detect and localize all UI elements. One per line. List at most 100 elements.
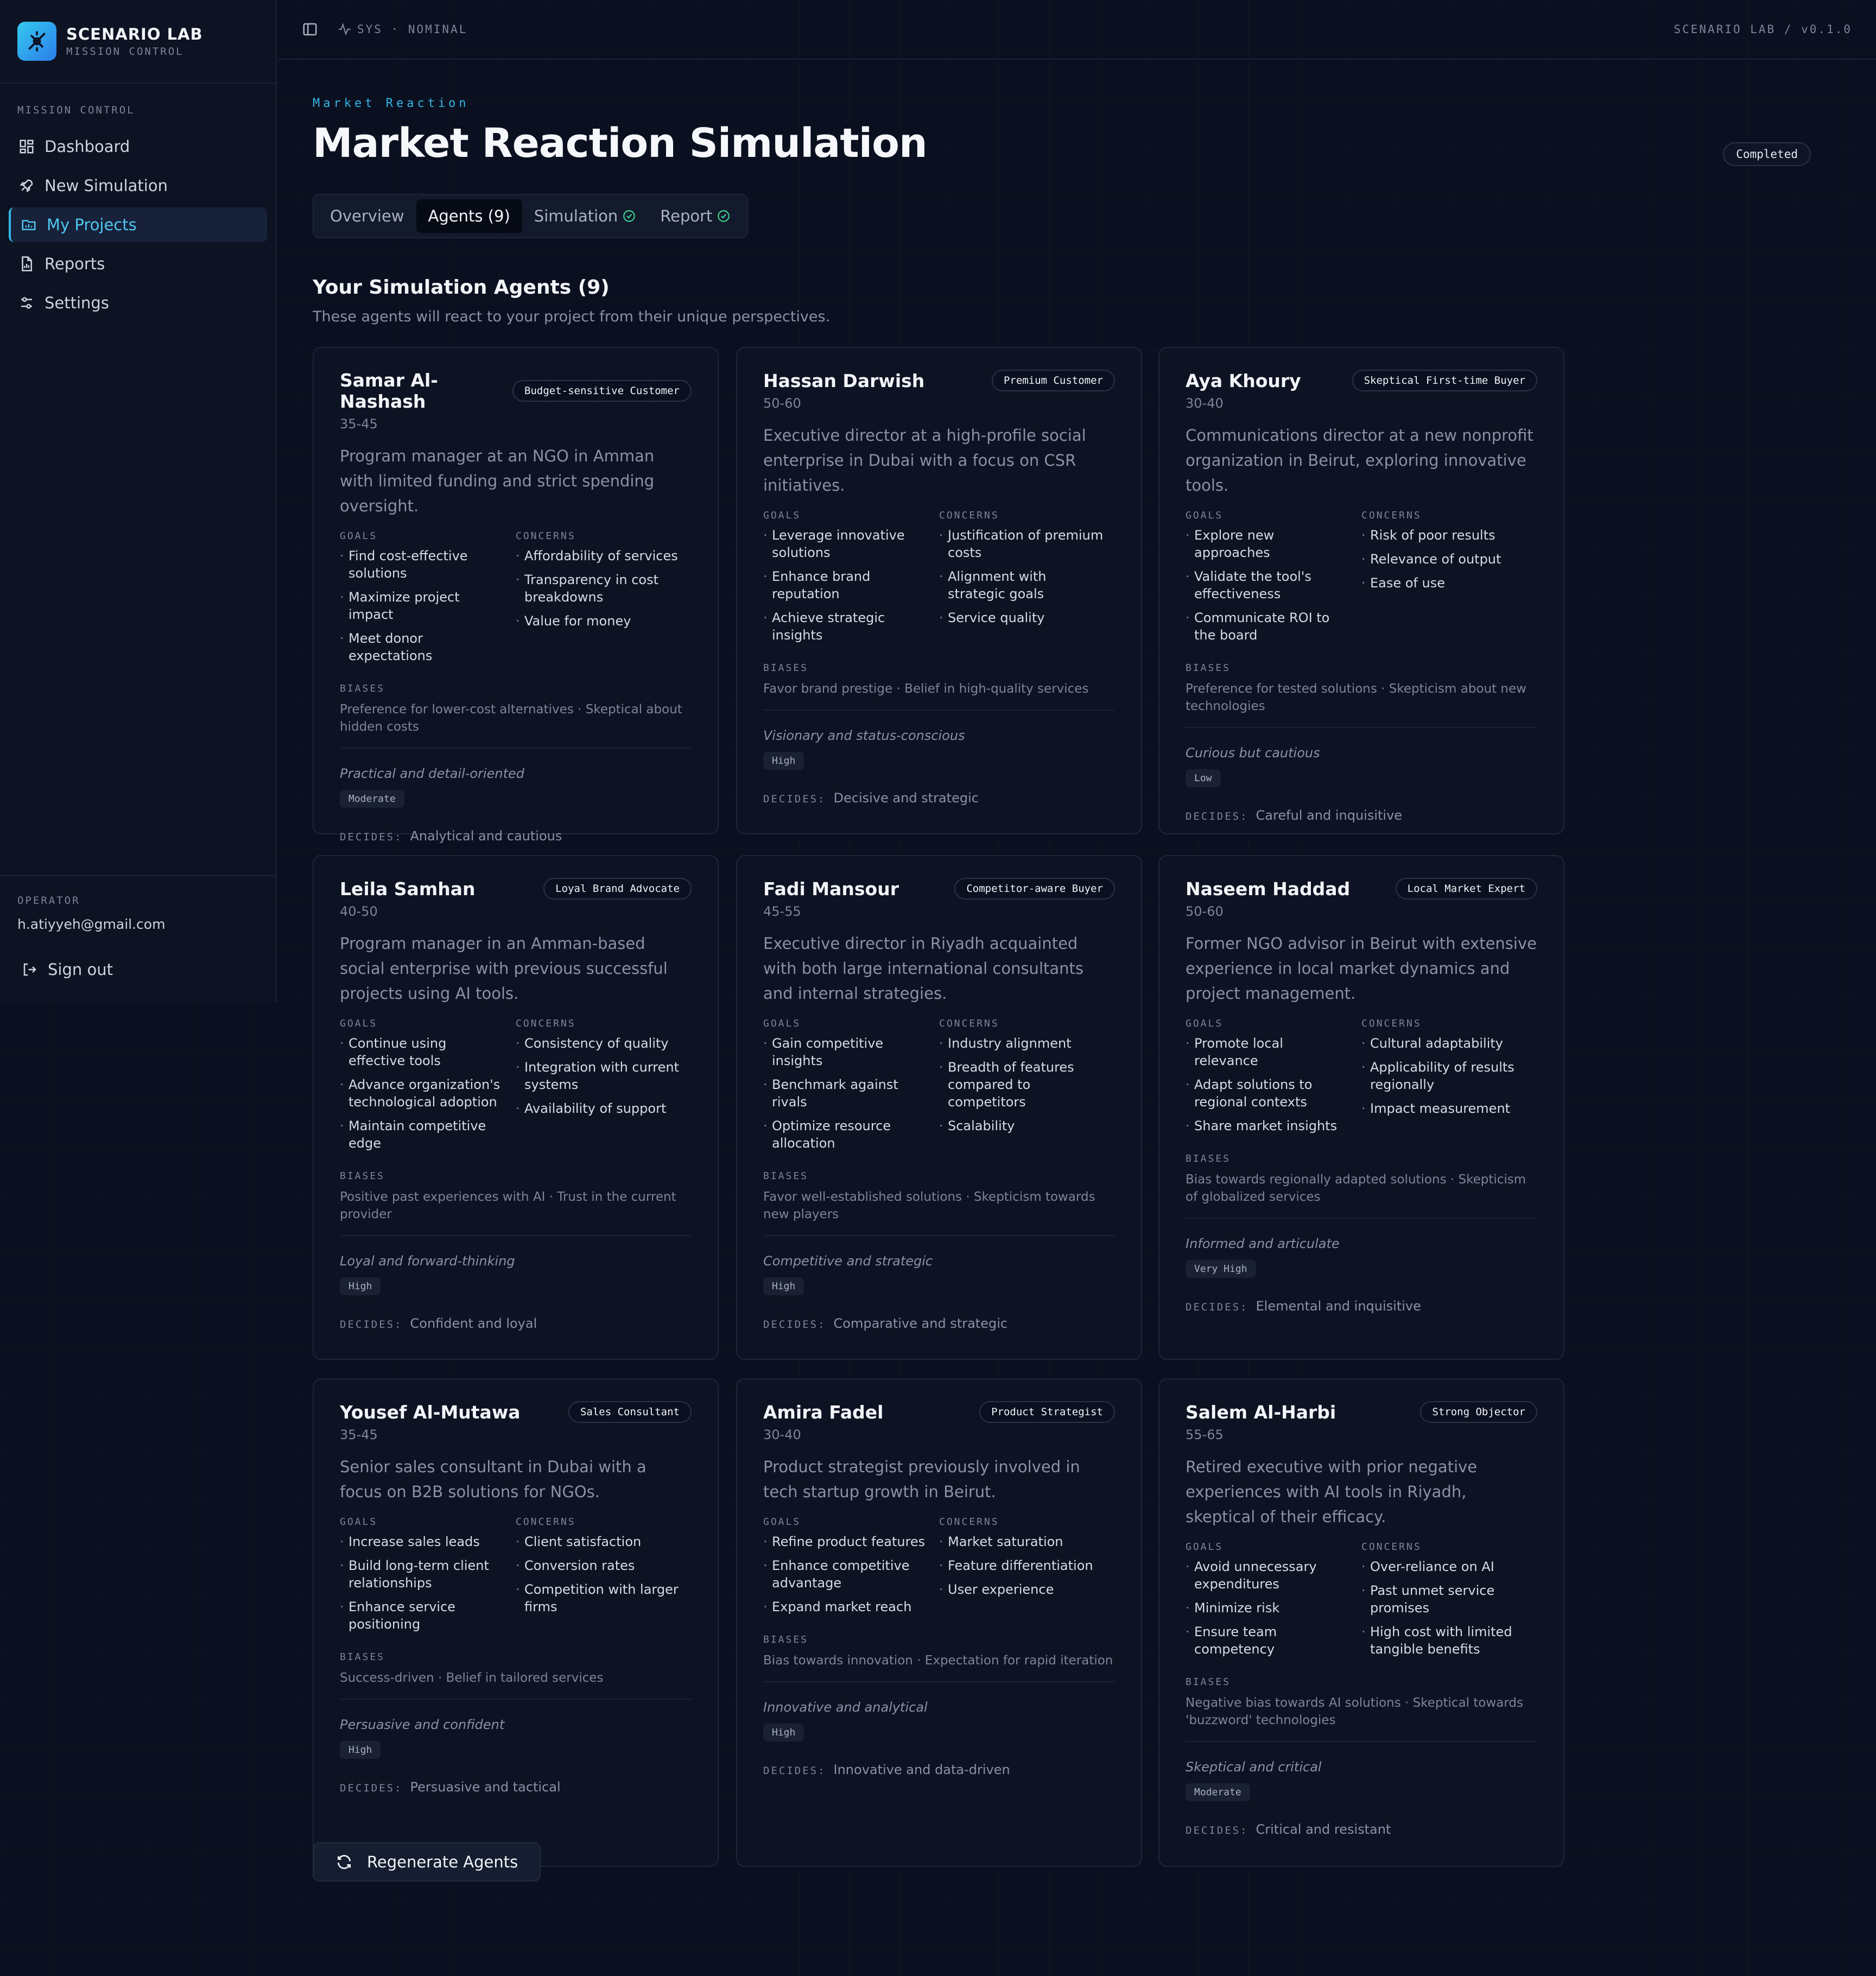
agent-card: Leila Samhan Loyal Brand Advocate 40-50 … — [313, 855, 719, 1360]
concern-item: Risk of poor results — [1361, 527, 1526, 544]
agent-decides: DECIDES: Careful and inquisitive — [1186, 808, 1537, 823]
check-circle-icon — [623, 210, 636, 222]
agent-role-badge: Premium Customer — [991, 370, 1115, 391]
sidebar-item-label: Reports — [45, 255, 105, 273]
agent-level-badge: Moderate — [340, 790, 404, 808]
tab-overview[interactable]: Overview — [318, 199, 416, 233]
concern-item: Breadth of features compared to competit… — [939, 1059, 1104, 1111]
concern-item: High cost with limited tangible benefits — [1361, 1623, 1526, 1658]
agent-name: Fadi Mansour — [763, 878, 899, 900]
concern-item: Feature differentiation — [939, 1557, 1104, 1574]
agent-concerns: CONCERNS Cultural adaptability Applicabil… — [1361, 1018, 1537, 1141]
sidebar-item-label: Settings — [45, 294, 109, 312]
tab-label: Overview — [330, 207, 404, 225]
biases-label: BIASES — [1186, 1676, 1231, 1688]
goal-item: Enhance brand reputation — [763, 568, 928, 603]
biases-label: BIASES — [340, 1651, 385, 1663]
agent-decides: DECIDES: Confident and loyal — [340, 1316, 692, 1331]
nav-section-label: MISSION CONTROL — [17, 104, 135, 116]
concern-item: Value for money — [516, 612, 681, 630]
agent-decides: DECIDES: Critical and resistant — [1186, 1822, 1537, 1837]
system-status-text: SYS · NOMINAL — [357, 23, 468, 36]
agent-persona: Practical and detail-oriented — [340, 766, 525, 781]
agent-goals: GOALS Continue using effective tools Adva… — [340, 1018, 516, 1158]
agent-level-badge: High — [763, 1724, 804, 1741]
agent-biases: Preference for tested solutions · Skepti… — [1186, 680, 1537, 728]
decides-label: DECIDES: — [340, 831, 403, 843]
sidebar-item-settings[interactable]: Settings — [9, 286, 267, 320]
sidebar-item-label: My Projects — [47, 216, 137, 234]
agent-decides: DECIDES: Comparative and strategic — [763, 1316, 1115, 1331]
sidebar-item-new-simulation[interactable]: New Simulation — [9, 168, 267, 203]
concern-item: Over-reliance on AI — [1361, 1558, 1526, 1575]
sidebar: SCENARIO LAB MISSION CONTROL MISSION CON… — [0, 0, 277, 1002]
biases-label: BIASES — [340, 1170, 385, 1182]
decides-label: DECIDES: — [340, 1782, 403, 1794]
tab-report[interactable]: Report — [648, 199, 743, 233]
agent-persona: Curious but cautious — [1186, 745, 1320, 761]
agent-age: 35-45 — [340, 1427, 378, 1442]
goal-item: Optimize resource allocation — [763, 1117, 928, 1152]
agent-goals: GOALS Promote local relevance Adapt solut… — [1186, 1018, 1361, 1141]
sidebar-item-reports[interactable]: Reports — [9, 246, 267, 281]
agent-goals: GOALS Explore new approaches Validate the… — [1186, 510, 1361, 650]
agent-card: Hassan Darwish Premium Customer 50-60 Ex… — [736, 347, 1142, 834]
brand[interactable]: SCENARIO LAB MISSION CONTROL — [0, 0, 276, 84]
goals-label: GOALS — [1186, 1541, 1224, 1553]
operator-label: OPERATOR — [17, 895, 80, 907]
agent-goals: GOALS Leverage innovative solutions Enhan… — [763, 510, 939, 650]
concern-item: Industry alignment — [939, 1035, 1104, 1052]
agent-role-badge: Budget-sensitive Customer — [512, 380, 692, 402]
tab-agents[interactable]: Agents (9) — [416, 199, 522, 233]
goal-item: Avoid unnecessary expenditures — [1186, 1558, 1351, 1593]
sidebar-toggle-icon[interactable] — [302, 21, 318, 37]
agent-description: Executive director in Riyadh acquainted … — [763, 934, 1083, 1003]
tab-label: Report — [660, 207, 713, 225]
sign-out-button[interactable]: Sign out — [17, 960, 258, 979]
agent-level-badge: Very High — [1186, 1260, 1256, 1278]
goal-item: Enhance service positioning — [340, 1598, 505, 1633]
agent-decision-style: Persuasive and tactical — [410, 1779, 561, 1795]
agent-decision-style: Careful and inquisitive — [1256, 808, 1403, 823]
agent-level-badge: Moderate — [1186, 1783, 1250, 1801]
concern-item: Market saturation — [939, 1533, 1104, 1550]
agent-decides: DECIDES: Persuasive and tactical — [340, 1779, 692, 1795]
agent-decides: DECIDES: Innovative and data-driven — [763, 1762, 1115, 1777]
agent-description: Product strategist previously involved i… — [763, 1458, 1080, 1501]
agent-card: Samar Al-Nashash Budget-sensitive Custom… — [313, 347, 719, 844]
version-label: SCENARIO LAB / v0.1.0 — [1674, 23, 1852, 36]
agent-level-badge: High — [763, 752, 804, 770]
regenerate-agents-button[interactable]: Regenerate Agents — [313, 1842, 541, 1882]
goal-item: Continue using effective tools — [340, 1035, 505, 1069]
sidebar-item-dashboard[interactable]: Dashboard — [9, 129, 267, 164]
goal-item: Benchmark against rivals — [763, 1076, 928, 1111]
agent-decision-style: Innovative and data-driven — [833, 1762, 1010, 1777]
goal-item: Gain competitive insights — [763, 1035, 928, 1069]
concern-item: Affordability of services — [516, 547, 681, 565]
agent-name: Leila Samhan — [340, 878, 476, 900]
check-circle-icon — [718, 210, 730, 222]
goal-item: Leverage innovative solutions — [763, 527, 928, 561]
tab-simulation[interactable]: Simulation — [522, 199, 648, 233]
concern-item: Scalability — [939, 1117, 1104, 1135]
goal-item: Meet donor expectations — [340, 630, 505, 664]
agent-role-badge: Loyal Brand Advocate — [543, 878, 692, 900]
agent-concerns: CONCERNS Risk of poor results Relevance o… — [1361, 510, 1537, 650]
agent-role-badge: Local Market Expert — [1395, 878, 1537, 900]
operator-panel: OPERATOR h.atiyyeh@gmail.com Sign out — [0, 875, 276, 997]
agent-decision-style: Analytical and cautious — [410, 828, 562, 844]
agent-description: Former NGO advisor in Beirut with extens… — [1186, 934, 1537, 1003]
agent-decision-style: Decisive and strategic — [833, 790, 979, 806]
agent-name: Aya Khoury — [1186, 370, 1301, 391]
agent-biases: Bias towards innovation · Expectation fo… — [763, 1652, 1115, 1682]
sidebar-item-my-projects[interactable]: My Projects — [9, 207, 267, 242]
biases-label: BIASES — [763, 1634, 809, 1645]
agent-description: Senior sales consultant in Dubai with a … — [340, 1458, 647, 1501]
activity-icon — [339, 22, 351, 36]
page-title: Market Reaction Simulation — [313, 120, 928, 167]
concern-item: Consistency of quality — [516, 1035, 681, 1052]
agent-card: Yousef Al-Mutawa Sales Consultant 35-45 … — [313, 1378, 719, 1867]
goals-label: GOALS — [340, 1018, 378, 1029]
decides-label: DECIDES: — [763, 1319, 826, 1331]
goals-label: GOALS — [763, 1018, 801, 1029]
